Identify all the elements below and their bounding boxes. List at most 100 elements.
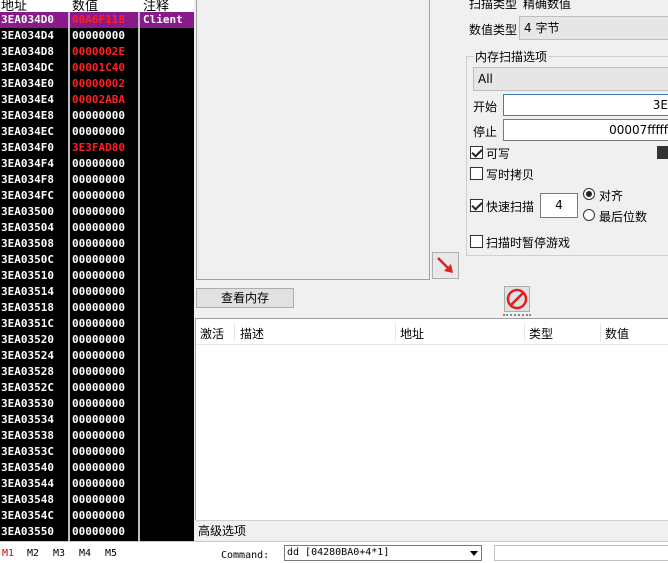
column-description[interactable]: 描述 <box>240 325 264 342</box>
memory-row-address: 3EA03510 <box>1 269 54 282</box>
align-radio[interactable] <box>583 188 595 200</box>
cheat-table-address-list[interactable]: 激活 描述 地址 类型 数值 <box>195 318 668 541</box>
memory-row[interactable]: 3EA034F4 00000000 <box>0 156 194 172</box>
memory-tab-m2[interactable]: M2 <box>27 548 39 559</box>
memory-row[interactable]: 3EA0353C 00000000 <box>0 444 194 460</box>
memory-row[interactable]: 3EA034E8 00000000 <box>0 108 194 124</box>
memory-row-value: 00000000 <box>72 125 125 138</box>
memory-row-address: 3EA034E0 <box>1 77 54 90</box>
memory-tab-m1[interactable]: M1 <box>2 548 14 559</box>
memory-row[interactable]: 3EA03530 00000000 <box>0 396 194 412</box>
clear-list-button[interactable] <box>504 286 530 312</box>
memory-row-value: 00000000 <box>72 157 125 170</box>
memory-row[interactable]: 3EA03514 00000000 <box>0 284 194 300</box>
memory-row-address: 3EA03544 <box>1 477 54 490</box>
memory-row-address: 3EA034D4 <box>1 29 54 42</box>
command-input[interactable]: dd [04280BA0+4*1] <box>284 545 482 561</box>
stop-address-input[interactable]: 00007fffff <box>503 119 668 141</box>
memory-row[interactable]: 3EA034DC 00001C40 <box>0 60 194 76</box>
memory-row-value: 00000000 <box>72 221 125 234</box>
copy-on-write-checkbox[interactable] <box>470 167 483 180</box>
memory-row-address: 3EA03538 <box>1 429 54 442</box>
memory-row-value: 00000000 <box>72 477 125 490</box>
memory-tab-m3[interactable]: M3 <box>53 548 65 559</box>
memory-row-value: 00000002 <box>72 77 125 90</box>
memory-dump-panel[interactable]: 地址 数值 注释 3EA034D0 00A6F118 Client 3EA034D4 0… <box>0 0 194 541</box>
memory-row[interactable]: 3EA034E4 00002ABA <box>0 92 194 108</box>
memory-row[interactable]: 3EA03548 00000000 <box>0 492 194 508</box>
column-address[interactable]: 地址 <box>400 325 424 342</box>
memory-row[interactable]: 3EA034FC 00000000 <box>0 188 194 204</box>
chevron-down-icon[interactable] <box>468 547 480 559</box>
scan-results-list[interactable] <box>196 0 430 280</box>
column-value[interactable]: 数值 <box>605 325 629 342</box>
start-address-label: 开始 <box>473 100 498 114</box>
memory-row[interactable]: 3EA0351C 00000000 <box>0 316 194 332</box>
memory-row-address: 3EA03534 <box>1 413 54 426</box>
memory-row[interactable]: 3EA03508 00000000 <box>0 236 194 252</box>
value-type-select[interactable]: 4 字节 <box>519 16 668 40</box>
memory-row[interactable]: 3EA034F0 3E3FAD80 <box>0 140 194 156</box>
memory-region-select[interactable]: All <box>473 67 668 91</box>
memory-row[interactable]: 3EA03534 00000000 <box>0 412 194 428</box>
no-entry-icon <box>506 288 528 310</box>
memory-row[interactable]: 3EA03504 00000000 <box>0 220 194 236</box>
memory-row[interactable]: 3EA03550 00000000 <box>0 524 194 540</box>
memory-row-address: 3EA0353C <box>1 445 54 458</box>
memory-row[interactable]: 3EA03510 00000000 <box>0 268 194 284</box>
memory-row[interactable]: 3EA034D8 0000002E <box>0 44 194 60</box>
memory-row[interactable]: 3EA03500 00000000 <box>0 204 194 220</box>
memory-row[interactable]: 3EA03544 00000000 <box>0 476 194 492</box>
memory-tab-m4[interactable]: M4 <box>79 548 91 559</box>
column-active[interactable]: 激活 <box>200 325 224 342</box>
memory-row-value: 00000000 <box>72 365 125 378</box>
start-address-input[interactable]: 3E <box>503 94 668 116</box>
add-to-list-button[interactable] <box>432 252 459 279</box>
column-type[interactable]: 类型 <box>529 325 553 342</box>
memory-row[interactable]: 3EA034EC 00000000 <box>0 124 194 140</box>
memory-row[interactable]: 3EA034D0 00A6F118 Client <box>0 12 194 28</box>
column-header-comment[interactable]: 注释 <box>143 0 169 12</box>
advanced-options-button[interactable]: 高级选项 <box>195 520 668 541</box>
memory-row[interactable]: 3EA034F8 00000000 <box>0 172 194 188</box>
memory-row-address: 3EA03524 <box>1 349 54 362</box>
memory-row[interactable]: 3EA0352C 00000000 <box>0 380 194 396</box>
memory-row-address: 3EA03550 <box>1 525 54 538</box>
memory-dump-rows: 3EA034D0 00A6F118 Client 3EA034D4 00000000 3E… <box>0 12 194 540</box>
memory-row-address: 3EA034E4 <box>1 93 54 106</box>
executable-checkbox[interactable] <box>657 146 668 159</box>
memory-row-value: 00000000 <box>72 237 125 250</box>
memory-row[interactable]: 3EA03518 00000000 <box>0 300 194 316</box>
command-status-bar: M1 M2 M3 M4 M5 Command: dd [04280BA0+4*1… <box>0 541 668 563</box>
value-type-label: 数值类型 <box>469 23 518 37</box>
view-memory-button[interactable]: 查看内存 <box>196 288 294 308</box>
memory-row-value: 00000000 <box>72 381 125 394</box>
memory-row[interactable]: 3EA03528 00000000 <box>0 364 194 380</box>
memory-row-value: 0000002E <box>72 45 125 58</box>
memory-row[interactable]: 3EA034D4 00000000 <box>0 28 194 44</box>
column-divider <box>138 12 140 541</box>
column-header-value[interactable]: 数值 <box>72 0 98 12</box>
memory-row-value: 00000000 <box>72 525 125 538</box>
command-value: dd [04280BA0+4*1] <box>287 547 390 558</box>
memory-row[interactable]: 3EA0350C 00000000 <box>0 252 194 268</box>
memory-row-address: 3EA034FC <box>1 189 54 202</box>
memory-row[interactable]: 3EA0354C 00000000 <box>0 508 194 524</box>
fast-scan-alignment-input[interactable]: 4 <box>540 193 578 218</box>
memory-row[interactable]: 3EA03524 00000000 <box>0 348 194 364</box>
memory-row-address: 3EA0350C <box>1 253 54 266</box>
memory-row-address: 3EA03508 <box>1 237 54 250</box>
memory-row[interactable]: 3EA03520 00000000 <box>0 332 194 348</box>
pause-game-checkbox[interactable] <box>470 235 483 248</box>
memory-row[interactable]: 3EA034E0 00000002 <box>0 76 194 92</box>
memory-row[interactable]: 3EA03540 00000000 <box>0 460 194 476</box>
memory-row[interactable]: 3EA03538 00000000 <box>0 428 194 444</box>
memory-row-value: 00000000 <box>72 509 125 522</box>
column-header-address[interactable]: 地址 <box>1 0 27 12</box>
last-digits-radio[interactable] <box>583 209 595 221</box>
writable-checkbox[interactable] <box>470 146 483 159</box>
memory-row-value: 00000000 <box>72 29 125 42</box>
memory-tab-m5[interactable]: M5 <box>105 548 117 559</box>
scan-type-value[interactable]: 精确数值 <box>523 0 571 12</box>
fast-scan-checkbox[interactable] <box>470 199 483 212</box>
